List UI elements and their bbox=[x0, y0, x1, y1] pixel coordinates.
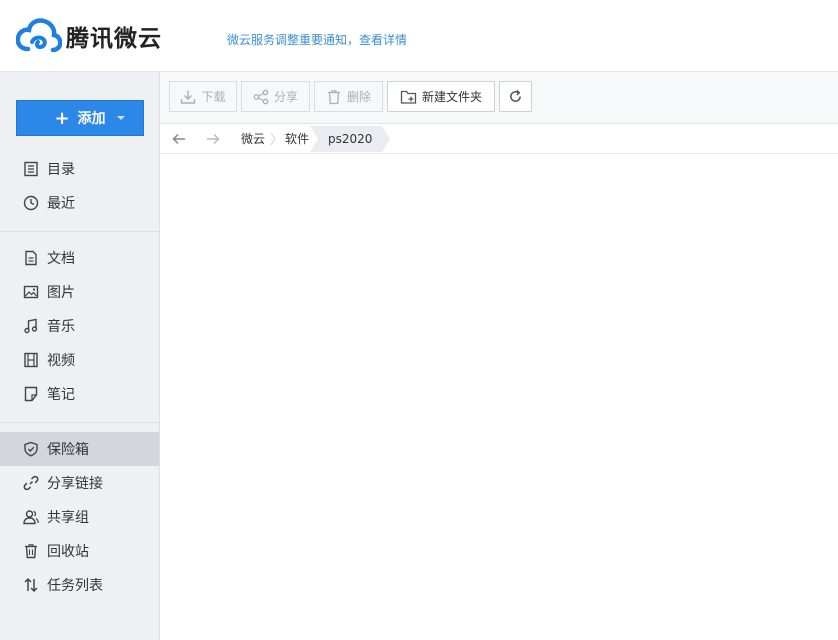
sidebar-item-music[interactable]: 音乐 bbox=[0, 309, 159, 343]
note-icon bbox=[22, 385, 40, 403]
sidebar-item-documents[interactable]: 文档 bbox=[0, 241, 159, 275]
sidebar-item-label: 文档 bbox=[47, 251, 75, 267]
sidebar-item-videos[interactable]: 视频 bbox=[0, 343, 159, 377]
toolbar: 下载 分享 删除 新建文件夹 bbox=[160, 72, 838, 124]
sidebar-item-label: 图片 bbox=[47, 285, 75, 301]
new-folder-button[interactable]: 新建文件夹 bbox=[387, 81, 495, 112]
shield-icon bbox=[22, 440, 40, 458]
sidebar-item-label: 视频 bbox=[47, 353, 75, 369]
weiyun-logo[interactable]: 腾讯微云 bbox=[16, 18, 162, 54]
document-icon bbox=[22, 249, 40, 267]
delete-button[interactable]: 删除 bbox=[314, 81, 383, 112]
new-folder-icon bbox=[400, 89, 417, 105]
chevron-right-icon bbox=[270, 132, 276, 150]
sidebar-item-label: 共享组 bbox=[47, 510, 89, 526]
add-button[interactable]: + 添加 bbox=[16, 100, 144, 136]
sidebar-item-label: 音乐 bbox=[47, 319, 75, 335]
top-header: 腾讯微云 微云服务调整重要通知，查看详情 bbox=[0, 0, 838, 72]
sidebar-divider bbox=[0, 231, 159, 232]
transfer-icon bbox=[22, 576, 40, 594]
cloud-logo-icon bbox=[16, 18, 62, 53]
refresh-icon bbox=[508, 89, 523, 104]
breadcrumb-level1[interactable]: 软件 bbox=[285, 125, 309, 153]
trash-icon bbox=[326, 89, 342, 105]
share-button[interactable]: 分享 bbox=[241, 81, 310, 112]
link-icon bbox=[22, 474, 40, 492]
sidebar-item-recycle-bin[interactable]: 回收站 bbox=[0, 534, 159, 568]
forward-button[interactable] bbox=[203, 130, 223, 148]
download-icon bbox=[180, 89, 196, 105]
chevron-down-icon bbox=[117, 116, 125, 120]
sidebar-item-label: 目录 bbox=[47, 162, 75, 178]
service-notice-link[interactable]: 微云服务调整重要通知，查看详情 bbox=[227, 31, 407, 48]
logo-text: 腾讯微云 bbox=[66, 26, 162, 52]
arrow-right-icon bbox=[207, 133, 220, 145]
back-button[interactable] bbox=[169, 130, 189, 148]
breadcrumb-root[interactable]: 微云 bbox=[241, 125, 265, 153]
trash-icon bbox=[22, 542, 40, 560]
group-icon bbox=[22, 508, 40, 526]
image-icon bbox=[22, 283, 40, 301]
sidebar-item-share-links[interactable]: 分享链接 bbox=[0, 466, 159, 500]
breadcrumb: 微云 软件 ps2020 bbox=[160, 125, 838, 154]
sidebar-item-safebox[interactable]: 保险箱 bbox=[0, 432, 159, 466]
sidebar-item-label: 最近 bbox=[47, 196, 75, 212]
film-icon bbox=[22, 351, 40, 369]
breadcrumb-current: ps2020 bbox=[310, 126, 391, 152]
arrow-left-icon bbox=[172, 133, 185, 145]
sidebar-item-share-group[interactable]: 共享组 bbox=[0, 500, 159, 534]
refresh-button[interactable] bbox=[499, 81, 532, 112]
sidebar-item-label: 任务列表 bbox=[47, 578, 103, 594]
sidebar-item-notes[interactable]: 笔记 bbox=[0, 377, 159, 411]
delete-label: 删除 bbox=[346, 90, 371, 104]
share-icon bbox=[253, 89, 269, 105]
sidebar-item-catalog[interactable]: 目录 bbox=[0, 152, 159, 186]
sidebar-item-label: 笔记 bbox=[47, 387, 75, 403]
list-icon bbox=[22, 160, 40, 178]
download-button[interactable]: 下载 bbox=[169, 81, 237, 112]
sidebar: + 添加 目录 最近 文档 图片 音乐 视频 笔记 保险箱 分享链接 共享组 回… bbox=[0, 72, 160, 640]
new-folder-label: 新建文件夹 bbox=[421, 90, 482, 104]
sidebar-divider bbox=[0, 422, 159, 423]
music-icon bbox=[22, 317, 40, 335]
sidebar-item-images[interactable]: 图片 bbox=[0, 275, 159, 309]
plus-icon: + bbox=[54, 107, 70, 129]
sidebar-item-label: 保险箱 bbox=[47, 442, 89, 458]
file-list-area bbox=[160, 155, 838, 640]
sidebar-item-recent[interactable]: 最近 bbox=[0, 186, 159, 220]
download-label: 下载 bbox=[201, 90, 226, 104]
sidebar-item-label: 回收站 bbox=[47, 544, 89, 560]
sidebar-item-task-list[interactable]: 任务列表 bbox=[0, 568, 159, 602]
clock-icon bbox=[22, 194, 40, 212]
share-label: 分享 bbox=[273, 90, 298, 104]
add-button-label: 添加 bbox=[77, 111, 106, 127]
sidebar-item-label: 分享链接 bbox=[47, 476, 103, 492]
